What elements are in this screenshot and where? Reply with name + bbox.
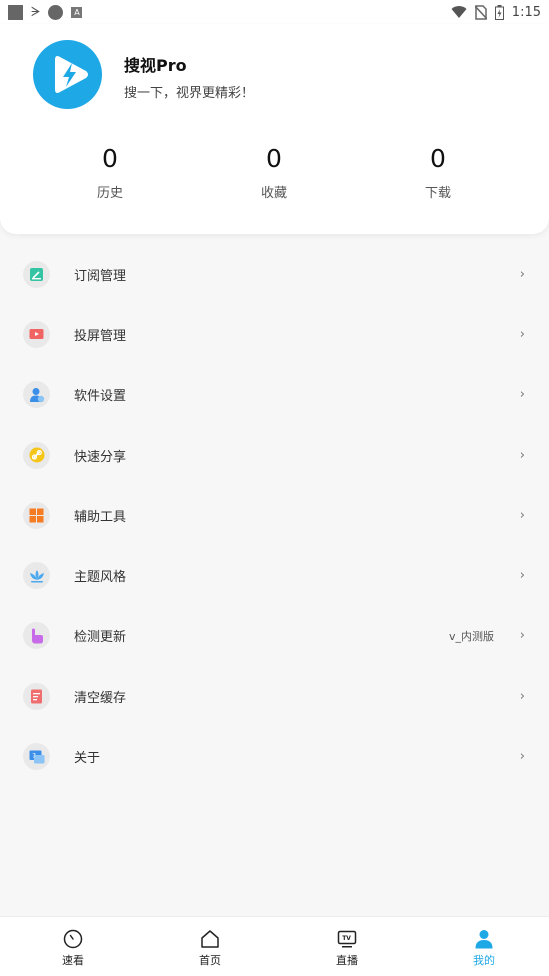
- menu-label: 订阅管理: [74, 268, 127, 284]
- stat-label: 历史: [96, 186, 123, 201]
- menu-label: 关于: [74, 751, 101, 767]
- menu-label: 软件设置: [74, 389, 127, 405]
- chevron-right-icon: ›: [519, 628, 525, 644]
- stat-favorites[interactable]: 0 收藏: [224, 144, 324, 201]
- status-bar: ᗒ A 1:15: [0, 0, 549, 24]
- tap-update-icon: [23, 622, 50, 650]
- play-bolt-icon[interactable]: [33, 40, 102, 109]
- nav-label: 速看: [62, 954, 84, 967]
- nav-tab-mine[interactable]: 我的: [444, 917, 524, 976]
- stat-label: 收藏: [260, 186, 287, 201]
- square-icon: [8, 4, 23, 20]
- screen: ᗒ A 1:15 搜视Pro 搜一下，视界更精彩！ 0 历史 0 收藏 0 下载…: [0, 0, 549, 976]
- menu-item-tools[interactable]: 辅助工具 ›: [0, 485, 549, 545]
- nav-label: 直播: [336, 954, 358, 967]
- grid-tools-icon: [23, 501, 50, 529]
- menu-label: 检测更新: [74, 630, 127, 646]
- chevron-right-icon: ›: [519, 749, 525, 765]
- nav-label: 首页: [199, 954, 221, 967]
- stat-downloads[interactable]: 0 下载: [388, 144, 488, 201]
- subscribe-icon: [23, 260, 50, 288]
- stat-history[interactable]: 0 历史: [60, 144, 160, 201]
- menu-item-subscription[interactable]: 订阅管理 ›: [0, 244, 549, 304]
- menu-item-about[interactable]: ? 关于 ›: [0, 726, 549, 786]
- nav-label: 我的: [473, 954, 495, 967]
- tv-icon: TV: [337, 930, 357, 948]
- version-value: v_内测版: [448, 629, 494, 643]
- nav-tab-live[interactable]: TV 直播: [307, 917, 387, 976]
- chevron-right-icon: ›: [519, 507, 525, 523]
- clock-time: 1:15: [511, 4, 541, 20]
- home-icon: [201, 930, 219, 948]
- menu-item-clear-cache[interactable]: 清空缓存 ›: [0, 666, 549, 726]
- wifi-icon: [451, 5, 467, 18]
- profile-card: 搜视Pro 搜一下，视界更精彩！ 0 历史 0 收藏 0 下载: [0, 24, 549, 234]
- chevron-right-icon: ›: [519, 266, 525, 282]
- stat-value: 0: [266, 144, 282, 173]
- a-icon: A: [71, 6, 83, 18]
- menu-label: 快速分享: [74, 449, 127, 465]
- app-slogan: 搜一下，视界更精彩！: [124, 86, 255, 101]
- battery-icon: [494, 4, 504, 20]
- menu-label: 主题风格: [74, 570, 127, 586]
- chevron-right-icon: ›: [519, 326, 525, 342]
- bottom-nav: 速看 首页 TV 直播 我的: [0, 916, 549, 976]
- lotus-theme-icon: [23, 562, 50, 590]
- no-sim-icon: [474, 4, 487, 20]
- chevron-right-icon: ›: [519, 387, 525, 403]
- menu-item-settings[interactable]: 软件设置 ›: [0, 365, 549, 425]
- stats-row: 0 历史 0 收藏 0 下载: [0, 144, 549, 214]
- nav-tab-quick-watch[interactable]: 速看: [33, 917, 113, 976]
- chevron-right-icon: ›: [519, 447, 525, 463]
- menu-item-share[interactable]: 快速分享 ›: [0, 425, 549, 485]
- user-icon: [475, 930, 493, 949]
- cast-icon: [23, 320, 50, 348]
- menu-item-theme[interactable]: 主题风格 ›: [0, 545, 549, 605]
- menu-item-update[interactable]: 检测更新 v_内测版 ›: [0, 606, 549, 666]
- menu-label: 辅助工具: [74, 509, 127, 525]
- clear-cache-icon: [23, 682, 50, 710]
- link-share-icon: [23, 441, 50, 469]
- clock-icon: [63, 929, 83, 949]
- user-settings-icon: [23, 381, 50, 409]
- menu-item-cast[interactable]: 投屏管理 ›: [0, 304, 549, 364]
- bug-icon: ᗒ: [31, 4, 41, 20]
- app-name: 搜视Pro: [124, 56, 187, 75]
- stat-value: 0: [102, 144, 118, 173]
- menu-label: 清空缓存: [74, 690, 127, 706]
- svg-text:TV: TV: [342, 935, 351, 942]
- stat-value: 0: [430, 144, 446, 173]
- stat-label: 下载: [424, 186, 451, 201]
- about-icon: ?: [23, 743, 50, 771]
- menu-label: 投屏管理: [74, 328, 127, 344]
- settings-menu: 订阅管理 › 投屏管理 › 软件设置 › 快速分享 › 辅助工具 › 主题风格 …: [0, 244, 549, 787]
- infinity-icon: [48, 4, 64, 20]
- nav-tab-home[interactable]: 首页: [170, 917, 250, 976]
- svg-text:?: ?: [32, 752, 36, 760]
- chevron-right-icon: ›: [519, 568, 525, 584]
- chevron-right-icon: ›: [519, 688, 525, 704]
